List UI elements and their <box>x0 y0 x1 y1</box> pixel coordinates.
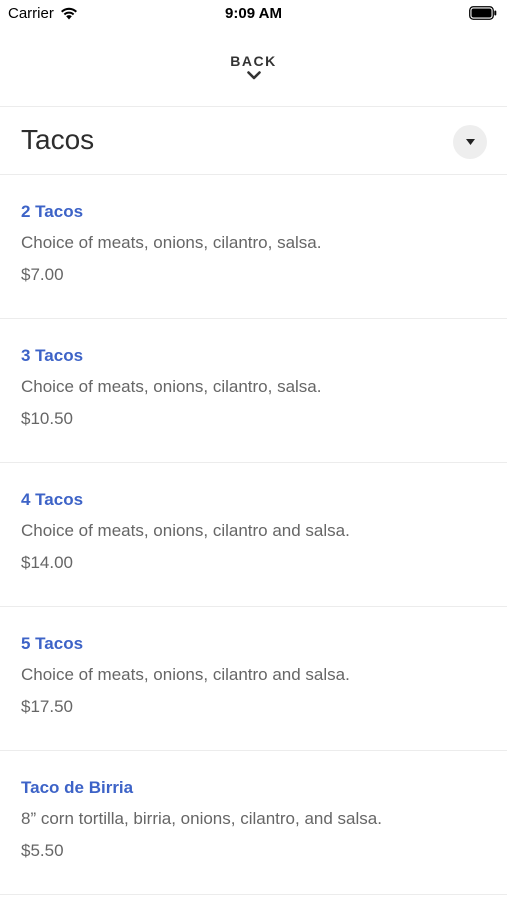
item-price: $14.00 <box>21 553 73 572</box>
menu-item[interactable]: 2 Tacos Choice of meats, onions, cilantr… <box>0 175 507 319</box>
header-divider <box>0 106 507 107</box>
status-bar: Carrier 9:09 AM <box>0 0 507 30</box>
item-price: $17.50 <box>21 697 73 716</box>
menu-item[interactable]: 5 Tacos Choice of meats, onions, cilantr… <box>0 607 507 751</box>
item-price: $10.50 <box>21 409 73 428</box>
item-description: Choice of meats, onions, cilantro and sa… <box>21 521 350 540</box>
section-toggle-button[interactable] <box>453 125 487 159</box>
item-description: Choice of meats, onions, cilantro, salsa… <box>21 377 322 396</box>
caret-down-icon <box>465 139 475 145</box>
battery-icon <box>469 6 497 20</box>
item-name: Taco de Birria <box>21 778 134 797</box>
menu-item[interactable]: Taco de Birria 8” corn tortilla, birria,… <box>0 751 507 895</box>
item-name: 5 Tacos <box>21 634 84 653</box>
item-name: 2 Tacos <box>21 202 84 221</box>
item-price: $7.00 <box>21 265 64 284</box>
back-button[interactable]: BACK <box>0 50 507 96</box>
item-description: Choice of meats, onions, cilantro and sa… <box>21 665 350 684</box>
item-description: Choice of meats, onions, cilantro, salsa… <box>21 233 322 252</box>
status-time: 9:09 AM <box>225 5 282 22</box>
item-name: 4 Tacos <box>21 490 84 509</box>
item-description: 8” corn tortilla, birria, onions, cilant… <box>21 809 382 828</box>
section-title: Tacos <box>21 124 95 155</box>
chevron-down-icon <box>246 71 261 80</box>
menu-list: 2 Tacos Choice of meats, onions, cilantr… <box>0 175 507 895</box>
item-name: 3 Tacos <box>21 346 84 365</box>
menu-item[interactable]: 3 Tacos Choice of meats, onions, cilantr… <box>0 319 507 463</box>
item-price: $5.50 <box>21 841 64 860</box>
section-header[interactable]: Tacos <box>0 108 507 174</box>
status-right <box>469 6 497 25</box>
menu-item[interactable]: 4 Tacos Choice of meats, onions, cilantr… <box>0 463 507 607</box>
back-label: BACK <box>230 53 277 69</box>
